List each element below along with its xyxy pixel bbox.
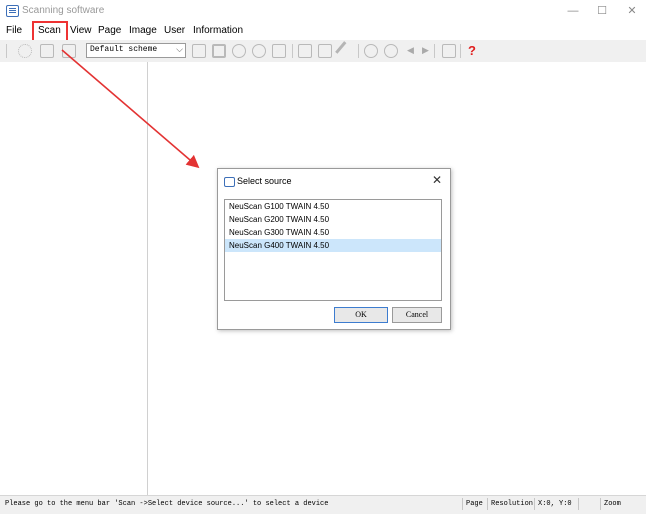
menu-file[interactable]: File xyxy=(6,25,22,36)
status-bar: Please go to the menu bar 'Scan ->Select… xyxy=(0,495,646,514)
toolbar-separator xyxy=(434,44,435,58)
scan-start-icon[interactable] xyxy=(62,44,76,58)
status-resolution: Resolution xyxy=(487,498,533,510)
minimize-button[interactable]: — xyxy=(561,3,585,19)
fit-width-icon[interactable] xyxy=(192,44,206,58)
source-item[interactable]: NeuScan G200 TWAIN 4.50 xyxy=(225,213,441,226)
left-arrow-icon[interactable]: ◀ xyxy=(407,45,414,56)
cancel-button[interactable]: Cancel xyxy=(392,307,442,323)
fit-page-icon[interactable] xyxy=(212,44,226,58)
status-coordinates: X:0, Y:0 xyxy=(534,498,572,510)
zoom-in-icon[interactable] xyxy=(232,44,246,58)
previous-icon[interactable] xyxy=(364,44,378,58)
toolbar-separator xyxy=(358,44,359,58)
status-page: Page xyxy=(462,498,483,510)
source-list[interactable]: NeuScan G100 TWAIN 4.50 NeuScan G200 TWA… xyxy=(224,199,442,301)
app-icon xyxy=(6,5,19,17)
menu-information[interactable]: Information xyxy=(193,25,243,36)
toolbar: Default scheme ⌵ ◀ ▶ xyxy=(0,40,646,63)
menu-image[interactable]: Image xyxy=(129,25,157,36)
source-item[interactable]: NeuScan G300 TWAIN 4.50 xyxy=(225,226,441,239)
zoom-out-icon[interactable] xyxy=(252,44,266,58)
dialog-title: Select source xyxy=(237,176,292,186)
rotate-left-icon[interactable] xyxy=(298,44,312,58)
close-button[interactable]: ✕ xyxy=(620,3,644,19)
scheme-select[interactable]: Default scheme ⌵ xyxy=(86,43,186,58)
toolbar-separator xyxy=(460,44,461,58)
menu-bar: File Scan View Page Image User Informati… xyxy=(0,22,646,40)
source-item-selected[interactable]: NeuScan G400 TWAIN 4.50 xyxy=(225,239,441,252)
next-icon[interactable] xyxy=(384,44,398,58)
status-spacer xyxy=(578,498,592,510)
scheme-select-value: Default scheme xyxy=(90,45,158,54)
dialog-app-icon xyxy=(224,177,235,187)
menu-user[interactable]: User xyxy=(164,25,185,36)
status-message: Please go to the menu bar 'Scan ->Select… xyxy=(5,500,329,508)
settings-gear-icon[interactable] xyxy=(18,44,32,58)
thumbnail-pane xyxy=(0,62,148,495)
edit-pen-icon[interactable] xyxy=(335,41,355,61)
select-source-dialog: Select source ✕ NeuScan G100 TWAIN 4.50 … xyxy=(217,168,451,330)
scanner-icon[interactable] xyxy=(40,44,54,58)
export-icon[interactable] xyxy=(442,44,456,58)
title-bar: Scanning software — ☐ ✕ xyxy=(0,0,646,22)
status-zoom: Zoom xyxy=(600,498,621,510)
ok-button[interactable]: OK xyxy=(334,307,388,323)
window-title: Scanning software xyxy=(22,5,105,16)
toolbar-separator xyxy=(292,44,293,58)
toolbar-grip xyxy=(6,44,7,58)
actual-size-icon[interactable] xyxy=(272,44,286,58)
help-icon[interactable]: ? xyxy=(468,43,476,58)
chevron-down-icon: ⌵ xyxy=(176,44,183,54)
source-item[interactable]: NeuScan G100 TWAIN 4.50 xyxy=(225,200,441,213)
menu-view[interactable]: View xyxy=(70,25,92,36)
rotate-right-icon[interactable] xyxy=(318,44,332,58)
right-arrow-icon[interactable]: ▶ xyxy=(422,45,429,56)
menu-page[interactable]: Page xyxy=(98,25,121,36)
maximize-button[interactable]: ☐ xyxy=(590,3,614,19)
dialog-close-icon[interactable]: ✕ xyxy=(432,173,442,187)
